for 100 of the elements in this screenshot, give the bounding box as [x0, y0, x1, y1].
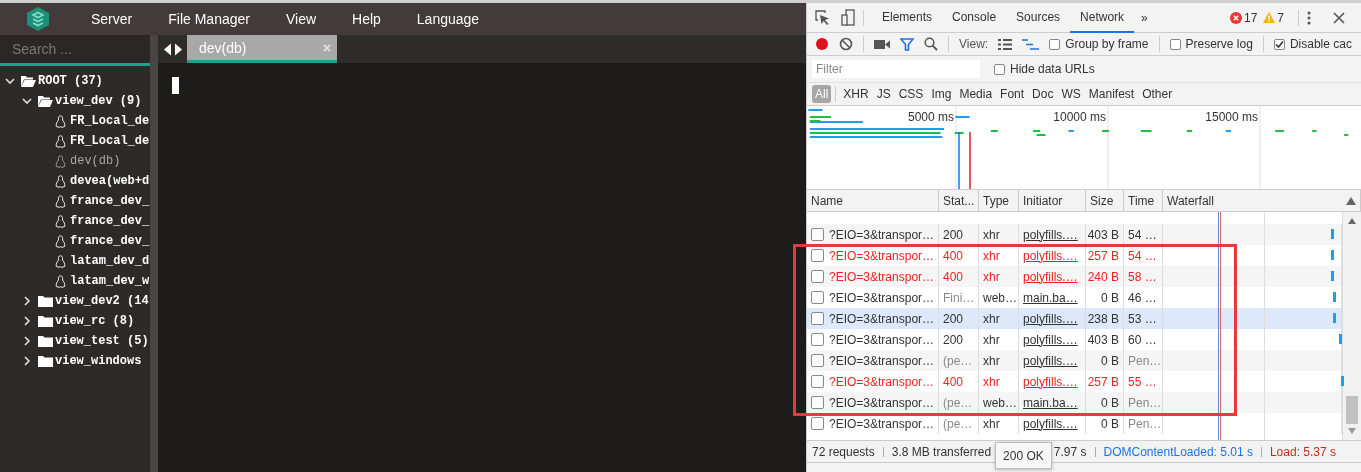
request-name: ?EIO=3&transpor…: [829, 311, 935, 326]
type-filter[interactable]: WS: [1058, 85, 1084, 103]
waterfall-bar: [1331, 229, 1334, 239]
request-type: web…: [983, 290, 1017, 305]
switch-tabs-icon[interactable]: [162, 42, 183, 56]
column-header[interactable]: Size: [1086, 190, 1124, 211]
filter-icon[interactable]: [900, 37, 914, 51]
initiator-link[interactable]: polyfills.…: [1023, 374, 1078, 389]
tree-item[interactable]: FR_Local_de: [70, 134, 150, 148]
column-header[interactable]: Waterfall: [1163, 190, 1361, 211]
menu-item[interactable]: Language: [416, 11, 480, 27]
device-toolbar-icon[interactable]: [841, 9, 855, 26]
checkbox[interactable]: [1169, 38, 1181, 50]
panel-tab[interactable]: Elements: [872, 2, 943, 33]
tree-item[interactable]: view_rc (8): [55, 314, 135, 328]
tree-item[interactable]: latam_dev_w: [70, 274, 150, 288]
initiator-link[interactable]: polyfills.…: [1023, 311, 1078, 326]
close-icon[interactable]: [1333, 11, 1345, 24]
tree-item[interactable]: view_test (5): [55, 334, 149, 348]
initiator-link[interactable]: polyfills.…: [1023, 269, 1078, 284]
tree-item[interactable]: FR_Local_de: [70, 114, 150, 128]
more-tabs-button[interactable]: »: [1138, 8, 1151, 27]
chevron-right-icon[interactable]: [22, 336, 32, 346]
type-filter[interactable]: Img: [928, 85, 955, 103]
panel-tab[interactable]: Console: [942, 2, 1007, 33]
waterfall-bar: [1333, 313, 1336, 323]
tree-item[interactable]: ROOT (37): [38, 74, 103, 88]
request-row[interactable]: ?EIO=3&transpor… 200 xhr polyfills.… 238 B 53 …: [807, 308, 1342, 329]
scrollbar[interactable]: [1342, 212, 1361, 440]
tree-item[interactable]: france_dev_: [70, 234, 150, 248]
menu-item[interactable]: File Manager: [168, 11, 250, 27]
column-header[interactable]: Initiator: [1019, 190, 1086, 211]
request-row[interactable]: ?EIO=3&transpor… (pe… web… main.ba… 0 B Pen…: [807, 392, 1342, 413]
chevron-right-icon[interactable]: [22, 356, 32, 366]
request-type: xhr: [983, 227, 1000, 242]
column-header[interactable]: Type: [979, 190, 1019, 211]
time-tick-label: 5000 ms: [907, 110, 954, 124]
tree-item[interactable]: view_windows: [55, 354, 142, 368]
panel-tab[interactable]: Network: [1070, 2, 1135, 33]
chevron-down-icon[interactable]: [5, 76, 15, 86]
request-size: 0 B: [1101, 353, 1119, 368]
menu-item[interactable]: Help: [352, 11, 381, 27]
tree-item[interactable]: latam_dev_d: [70, 254, 150, 268]
chevron-down-icon[interactable]: [22, 96, 32, 106]
column-header[interactable]: Name: [807, 190, 939, 211]
clear-icon[interactable]: [839, 37, 853, 51]
request-name: ?EIO=3&transpor…: [829, 227, 935, 242]
tree-item[interactable]: view_dev (9): [55, 94, 142, 108]
request-size: 240 B: [1087, 269, 1119, 284]
scrollbar[interactable]: [150, 35, 158, 472]
type-filter[interactable]: Media: [956, 85, 996, 103]
menu-item[interactable]: View: [285, 11, 317, 27]
scrollbar-thumb[interactable]: [1346, 396, 1358, 424]
request-type: xhr: [983, 269, 1000, 284]
request-size: 403 B: [1087, 332, 1119, 347]
initiator-link[interactable]: polyfills.…: [1023, 227, 1078, 242]
initiator-link[interactable]: polyfills.…: [1023, 332, 1078, 347]
search-icon[interactable]: [924, 37, 938, 51]
record-icon[interactable]: [815, 37, 829, 51]
initiator-link[interactable]: main.ba…: [1023, 395, 1078, 410]
checkbox[interactable]: [994, 63, 1005, 75]
more-options-icon[interactable]: [1307, 10, 1311, 25]
camera-icon[interactable]: [874, 38, 890, 50]
tree-item[interactable]: france_dev_: [70, 194, 150, 208]
type-filter[interactable]: Manifest: [1085, 85, 1138, 103]
scroll-up-icon[interactable]: [1348, 218, 1356, 224]
checkbox-label: Preserve log: [1185, 37, 1253, 51]
request-row[interactable]: ?EIO=3&transpor… 400 xhr polyfills.… 240 B 58 …: [807, 266, 1342, 287]
chevron-right-icon[interactable]: [22, 316, 32, 326]
type-filter[interactable]: Doc: [1029, 85, 1057, 103]
list-view-icon[interactable]: [998, 38, 1013, 50]
request-row[interactable]: ?EIO=3&transpor… 200 xhr polyfills.… 403 B 54 …: [807, 224, 1342, 245]
column-header[interactable]: Time: [1124, 190, 1163, 211]
chevron-right-icon[interactable]: [22, 296, 32, 306]
waterfall-view-icon[interactable]: [1022, 38, 1040, 50]
type-filter[interactable]: JS: [873, 85, 894, 103]
waterfall-bar: [1341, 376, 1344, 386]
initiator-link[interactable]: polyfills.…: [1023, 416, 1078, 431]
sort-icon[interactable]: [1346, 196, 1356, 205]
type-filter[interactable]: Other: [1139, 85, 1176, 103]
checkbox[interactable]: [1049, 38, 1061, 50]
request-row[interactable]: ?EIO=3&transpor… (pe… xhr polyfills.… 0 B Pen…: [807, 350, 1342, 371]
tree-item[interactable]: france_dev_: [70, 214, 150, 228]
initiator-link[interactable]: polyfills.…: [1023, 353, 1078, 368]
tree-item[interactable]: devea(web+d: [70, 174, 150, 188]
type-filter[interactable]: CSS: [895, 85, 927, 103]
request-time: Pen…: [1128, 353, 1162, 368]
request-name: ?EIO=3&transpor…: [829, 248, 935, 263]
tree-item[interactable]: view_dev2 (14: [55, 294, 149, 308]
checkbox[interactable]: [1273, 38, 1285, 50]
menu-item[interactable]: Server: [91, 11, 133, 27]
column-header[interactable]: Stat...: [939, 190, 979, 211]
initiator-link[interactable]: polyfills.…: [1023, 248, 1078, 263]
inspect-icon[interactable]: [815, 9, 831, 26]
panel-tab[interactable]: Sources: [1006, 2, 1071, 33]
tree-item[interactable]: dev(db): [70, 154, 121, 168]
type-filter[interactable]: Font: [997, 85, 1028, 103]
initiator-link[interactable]: main.ba…: [1023, 290, 1078, 305]
type-filter[interactable]: XHR: [840, 85, 872, 103]
filter-field[interactable]: Filter: [812, 60, 980, 78]
